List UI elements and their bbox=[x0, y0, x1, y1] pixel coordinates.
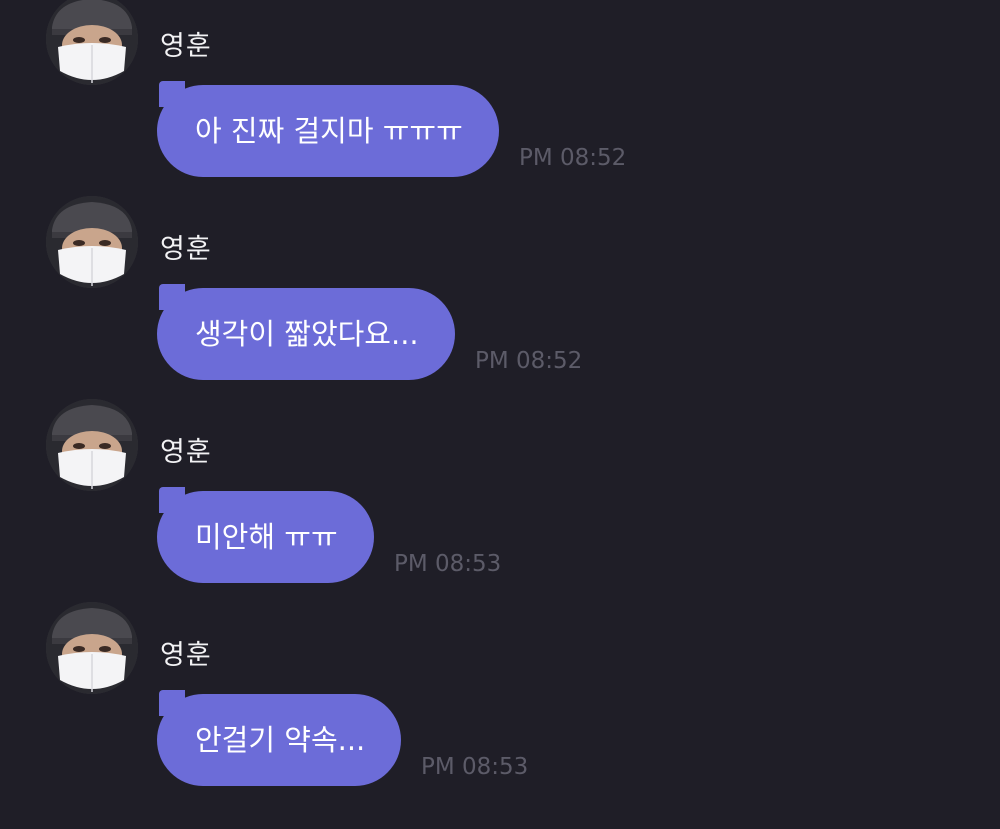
message-timestamp: PM 08:53 bbox=[394, 551, 502, 577]
message-timestamp: PM 08:52 bbox=[475, 348, 583, 374]
chat-thread[interactable]: 영훈 아 진짜 걸지마 ㅠㅠㅠ PM 08:52 영훈 생각이 짧았다요... … bbox=[0, 0, 1000, 829]
sender-name: 영훈 bbox=[160, 234, 212, 265]
avatar-icon[interactable] bbox=[46, 602, 138, 694]
message-row: 영훈 안걸기 약속... PM 08:53 bbox=[0, 0, 1000, 786]
sender-name: 영훈 bbox=[160, 437, 212, 468]
avatar-icon[interactable] bbox=[46, 399, 138, 491]
message-bubble[interactable]: 생각이 짧았다요... bbox=[157, 284, 455, 380]
sender-name: 영훈 bbox=[160, 640, 212, 671]
message-timestamp: PM 08:53 bbox=[421, 754, 529, 780]
message-bubble[interactable]: 미안해 ㅠㅠ bbox=[157, 487, 374, 583]
message-bubble[interactable]: 안걸기 약속... bbox=[157, 690, 402, 786]
avatar-icon[interactable] bbox=[46, 196, 138, 288]
